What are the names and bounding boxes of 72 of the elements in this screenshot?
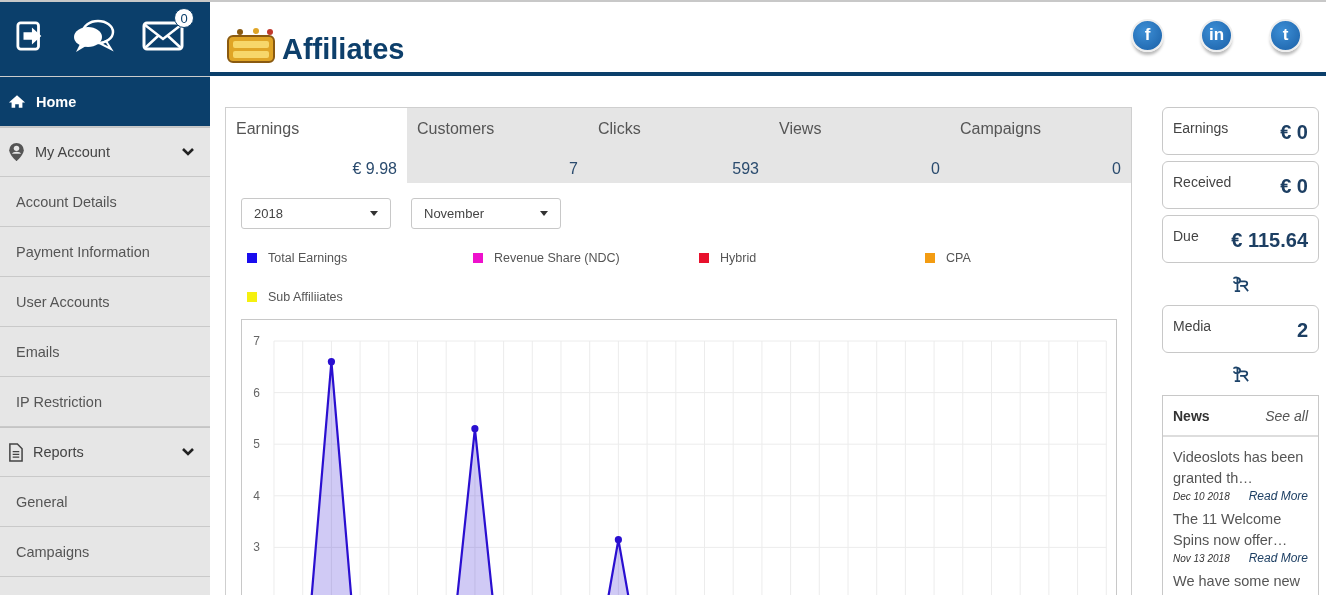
sidebar-item[interactable]: Reports <box>0 427 210 477</box>
data-point <box>327 358 335 366</box>
stat-tab[interactable]: Views 0 <box>769 108 950 183</box>
legend-label: CPA <box>946 250 971 265</box>
stat-tab[interactable]: Campaigns 0 <box>950 108 1131 183</box>
site-title: Affiliates <box>282 33 405 66</box>
y-axis-label: 5 <box>253 437 260 452</box>
monogram-icon <box>1231 366 1250 382</box>
chat-icon[interactable] <box>72 18 116 54</box>
tab-label: Campaigns <box>960 120 1042 138</box>
home-icon <box>8 94 26 109</box>
news-heading: News <box>1173 407 1210 424</box>
legend-label: Sub Affiliiates <box>268 289 343 304</box>
user-pin-icon <box>8 142 25 162</box>
tab-value: 7 <box>569 160 578 178</box>
y-axis-label: 6 <box>253 385 260 400</box>
sidebar-item[interactable]: Home <box>0 77 210 127</box>
tab-label: Earnings <box>236 120 301 138</box>
social-pin-icon[interactable]: t <box>1269 18 1302 52</box>
sidebar-item[interactable]: IP Restriction <box>0 377 210 427</box>
stat-tab[interactable]: Customers 7 <box>407 108 588 183</box>
card-label: Media <box>1173 318 1212 336</box>
notification-badge: 0 <box>174 8 194 28</box>
y-axis-label: 3 <box>253 540 260 555</box>
caret-icon <box>370 211 378 216</box>
monogram-icon <box>1231 276 1250 292</box>
mail-icon[interactable] <box>142 21 184 51</box>
sidebar-item[interactable]: General <box>0 477 210 527</box>
stat-tab[interactable]: Clicks 593 <box>588 108 769 183</box>
tab-label: Views <box>779 120 823 138</box>
sidebar-item[interactable]: Campaigns <box>0 527 210 577</box>
news-headline: We have some new <box>1173 572 1302 591</box>
legend-label: Total Earnings <box>268 250 348 265</box>
sidebar-item[interactable]: Payment Information <box>0 227 210 277</box>
news-headline: Videoslots has been granted th… <box>1173 448 1305 488</box>
tab-value: 593 <box>732 160 759 178</box>
tab-value: 0 <box>1112 160 1121 178</box>
news-headline: The 11 Welcome Spins now offer… <box>1173 510 1289 550</box>
stat-tab[interactable]: Earnings € 9.98 <box>226 108 407 183</box>
news-date: Nov 13 2018 <box>1173 553 1230 564</box>
data-point <box>614 536 622 544</box>
y-axis-label: 4 <box>253 488 260 503</box>
slot-machine-logo-icon <box>226 26 278 66</box>
card-value: € 0 <box>1280 121 1308 145</box>
card-label: Received <box>1173 174 1232 192</box>
card-label: Due <box>1173 228 1199 246</box>
month-dropdown[interactable]: November <box>411 198 561 229</box>
sidebar-item[interactable]: Emails <box>0 327 210 377</box>
read-more-link[interactable]: Read More <box>1248 489 1308 503</box>
card-value: € 0 <box>1280 175 1308 199</box>
year-dropdown[interactable]: 2018 <box>241 198 391 229</box>
sidebar-item[interactable]: User Accounts <box>0 277 210 327</box>
card-value: € 115.64 <box>1231 229 1308 253</box>
social-pin-icon[interactable]: in <box>1200 18 1233 52</box>
card-label: Earnings <box>1173 120 1229 138</box>
sidebar-item[interactable]: Account Details <box>0 177 210 227</box>
tab-label: Customers <box>417 120 496 138</box>
news-date: Dec 10 2018 <box>1173 491 1230 502</box>
tab-value: € 9.98 <box>352 160 397 178</box>
legend-label: Hybrid <box>720 250 757 265</box>
caret-icon <box>540 211 548 216</box>
sidebar-item[interactable]: My Account <box>0 127 210 177</box>
data-point <box>471 425 479 433</box>
social-pin-icon[interactable]: f <box>1131 18 1164 52</box>
tab-value: 0 <box>931 160 940 178</box>
card-value: 2 <box>1296 319 1308 343</box>
y-axis-label: 7 <box>253 334 260 348</box>
tab-label: Clicks <box>598 120 642 138</box>
read-more-link[interactable]: Read More <box>1248 551 1308 565</box>
document-icon <box>8 442 23 462</box>
legend-label: Revenue Share (NDC) <box>494 250 620 265</box>
see-all-link[interactable]: See all <box>1265 407 1308 424</box>
